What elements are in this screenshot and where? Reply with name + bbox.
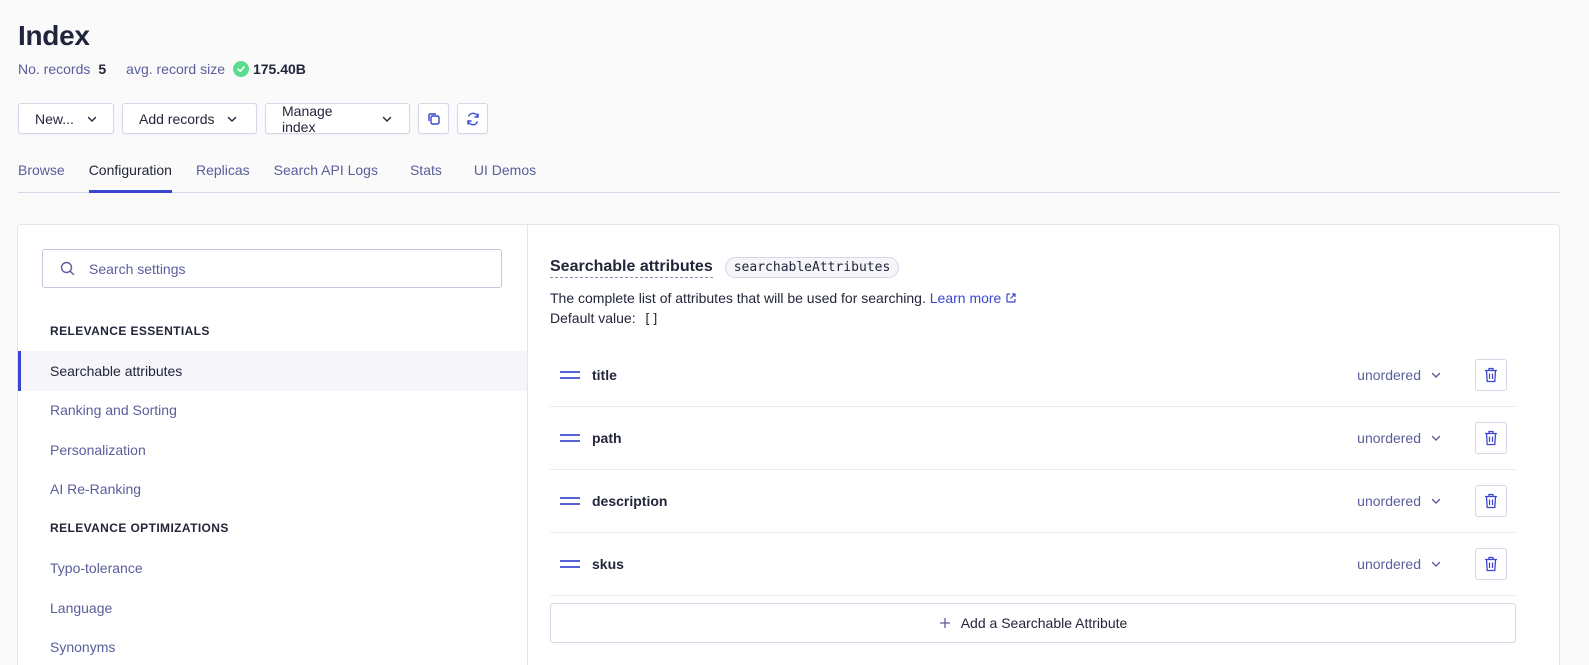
trash-icon <box>1484 493 1498 509</box>
tab-search-api-logs[interactable]: Search API Logs <box>274 159 378 192</box>
delete-attribute-button[interactable] <box>1475 484 1507 517</box>
delete-attribute-button[interactable] <box>1475 358 1507 391</box>
sidebar-item-searchable-attributes[interactable]: Searchable attributes <box>18 351 527 391</box>
drag-handle-icon[interactable] <box>560 559 580 568</box>
trash-icon <box>1484 430 1498 446</box>
attribute-name: skus <box>592 555 624 572</box>
add-records-button[interactable]: Add records <box>122 103 257 134</box>
chevron-down-icon <box>1430 369 1442 381</box>
default-value-label: Default value: <box>550 310 636 326</box>
add-records-label: Add records <box>139 110 215 127</box>
attribute-row: path unordered <box>550 406 1516 470</box>
chevron-down-icon <box>1430 558 1442 570</box>
attribute-row: description unordered <box>550 469 1516 533</box>
settings-sidebar: RELEVANCE ESSENTIALS Searchable attribut… <box>18 225 528 665</box>
toolbar: New... Add records Manage index <box>18 102 488 135</box>
copy-button[interactable] <box>418 103 449 134</box>
order-value: unordered <box>1357 492 1421 509</box>
attribute-row: skus unordered <box>550 532 1516 596</box>
search-settings-input[interactable] <box>89 260 469 277</box>
avg-size-value: 175.40B <box>252 61 306 77</box>
order-select[interactable]: unordered <box>1357 556 1442 572</box>
trash-icon <box>1484 367 1498 383</box>
check-circle-icon <box>232 61 249 77</box>
tab-configuration[interactable]: Configuration <box>88 159 173 193</box>
tab-replicas[interactable]: Replicas <box>196 159 250 192</box>
order-select[interactable]: unordered <box>1357 367 1442 383</box>
records-count: 5 <box>98 61 107 77</box>
chevron-down-icon <box>86 113 98 125</box>
order-value: unordered <box>1357 555 1421 572</box>
manage-index-label: Manage index <box>282 102 333 135</box>
chevron-down-icon <box>1430 495 1442 507</box>
default-value-code: [] <box>643 312 660 327</box>
drag-handle-icon[interactable] <box>560 496 580 505</box>
setting-key-badge: searchableAttributes <box>724 257 900 278</box>
index-meta: No. records 5 avg. record size 175.40B <box>18 61 306 77</box>
avg-size-label: avg. record size <box>126 61 225 77</box>
search-icon <box>60 261 75 276</box>
new-button[interactable]: New... <box>18 103 114 134</box>
sidebar-item-typo-tolerance[interactable]: Typo-tolerance <box>18 548 527 588</box>
learn-more-label: Learn more <box>929 290 1002 306</box>
trash-icon <box>1484 556 1498 572</box>
default-value: Default value: [] <box>550 310 659 327</box>
add-attribute-label: Add a Searchable Attribute <box>960 615 1128 631</box>
drag-handle-icon[interactable] <box>560 370 580 379</box>
plus-icon <box>939 617 951 629</box>
order-select[interactable]: unordered <box>1357 493 1442 509</box>
refresh-button[interactable] <box>457 103 488 134</box>
attribute-row: title unordered <box>550 343 1516 407</box>
order-value: unordered <box>1357 366 1421 383</box>
tab-ui-demos[interactable]: UI Demos <box>474 159 536 192</box>
delete-attribute-button[interactable] <box>1475 547 1507 580</box>
chevron-down-icon <box>226 113 238 125</box>
search-settings-box <box>42 249 502 288</box>
setting-title: Searchable attributes <box>550 258 713 278</box>
tab-bar: Browse Configuration Replicas Search API… <box>18 159 1560 193</box>
configuration-panel: RELEVANCE ESSENTIALS Searchable attribut… <box>17 224 1560 665</box>
learn-more-link[interactable]: Learn more <box>930 290 1017 306</box>
manage-index-button[interactable]: Manage index <box>265 102 410 135</box>
tab-browse[interactable]: Browse <box>18 159 65 192</box>
setting-description: The complete list of attributes that wil… <box>550 290 1017 306</box>
tab-stats[interactable]: Stats <box>410 159 442 192</box>
delete-attribute-button[interactable] <box>1475 421 1507 454</box>
drag-handle-icon[interactable] <box>560 433 580 442</box>
section-relevance-optimizations: RELEVANCE OPTIMIZATIONS <box>50 521 229 535</box>
new-button-label: New... <box>35 110 74 127</box>
attribute-name: description <box>592 492 668 509</box>
sidebar-item-ai-re-ranking[interactable]: AI Re-Ranking <box>18 469 527 509</box>
order-value: unordered <box>1357 429 1421 446</box>
refresh-icon <box>465 111 481 127</box>
external-link-icon <box>1005 290 1017 306</box>
setting-heading: Searchable attributes searchableAttribut… <box>550 257 900 278</box>
attribute-name: title <box>592 366 617 383</box>
sidebar-item-language[interactable]: Language <box>18 588 527 628</box>
sidebar-item-personalization[interactable]: Personalization <box>18 430 527 470</box>
chevron-down-icon <box>381 113 393 125</box>
description-text: The complete list of attributes that wil… <box>550 290 926 306</box>
records-label: No. records <box>18 61 91 77</box>
sidebar-item-synonyms[interactable]: Synonyms <box>18 627 527 665</box>
order-select[interactable]: unordered <box>1357 430 1442 446</box>
sidebar-item-ranking-and-sorting[interactable]: Ranking and Sorting <box>18 390 527 430</box>
attribute-name: path <box>592 429 622 446</box>
copy-icon <box>426 111 442 127</box>
page-title: Index <box>18 20 90 51</box>
chevron-down-icon <box>1430 432 1442 444</box>
add-searchable-attribute-button[interactable]: Add a Searchable Attribute <box>550 603 1516 643</box>
section-relevance-essentials: RELEVANCE ESSENTIALS <box>50 324 210 338</box>
